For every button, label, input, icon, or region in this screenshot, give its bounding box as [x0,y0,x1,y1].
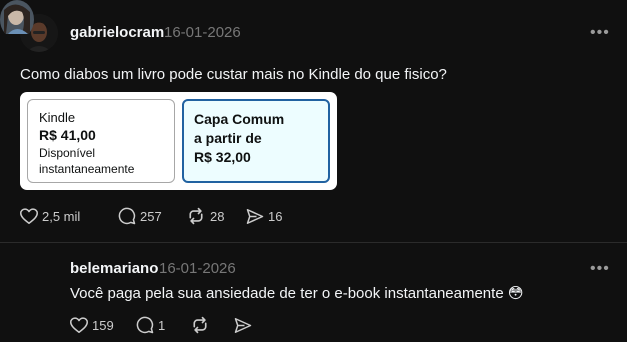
post-text: Como diabos um livro pode custar mais no… [20,66,447,83]
kindle-price: R$ 41,00 [39,127,96,143]
kindle-availability: Disponível [39,146,96,160]
username[interactable]: gabrielocram [70,24,164,41]
reply-button[interactable]: 257 [118,207,186,225]
comment-icon [136,316,154,334]
comment-icon [118,207,136,225]
like-button[interactable]: 2,5 mil [20,207,118,225]
timestamp[interactable]: 16-01-2026 [159,260,236,277]
send-icon [234,317,252,333]
thread-post: gabrielocram 16-01-2026 ••• Como diabos … [0,0,627,242]
reply-count: 257 [140,208,162,224]
send-icon [246,208,264,224]
avatar[interactable] [0,0,34,39]
repost-count: 28 [210,208,225,224]
heart-icon [20,207,38,224]
repost-button[interactable]: 28 [186,207,246,225]
post-text: Você paga pela sua ansiedade de ter o e-… [70,285,524,302]
paperback-from-label: a partir de [194,130,262,146]
timestamp[interactable]: 16-01-2026 [164,24,241,41]
like-count: 2,5 mil [42,208,81,224]
like-count: 159 [92,317,114,333]
more-horizontal-icon[interactable]: ••• [590,25,610,41]
post-actions: 159 1 [70,316,264,334]
like-button[interactable]: 159 [70,316,136,334]
share-button[interactable]: 16 [246,208,306,225]
reply-button[interactable]: 1 [136,316,190,334]
paperback-price: R$ 32,00 [194,149,251,165]
username[interactable]: belemariano [70,260,158,277]
avatar-image [0,0,34,34]
paperback-format-label: Capa Comum [194,111,285,127]
reply-count: 1 [158,317,166,333]
paperback-price-option: Capa Comum a partir de R$ 32,00 [182,99,330,183]
post-divider [0,242,627,243]
post-actions: 2,5 mil 257 28 16 [20,207,306,225]
share-count: 16 [268,208,283,224]
repost-icon [193,316,207,334]
repost-button[interactable] [190,316,234,334]
kindle-availability-detail: instantaneamente [39,162,135,176]
kindle-format-label: Kindle [39,110,76,125]
heart-icon [70,316,88,333]
more-horizontal-icon[interactable]: ••• [590,261,610,277]
repost-icon [189,207,203,225]
post-image[interactable]: Kindle R$ 41,00 Disponível instantaneame… [20,92,337,190]
kindle-price-option: Kindle R$ 41,00 Disponível instantaneame… [27,99,175,183]
share-button[interactable] [234,317,264,334]
